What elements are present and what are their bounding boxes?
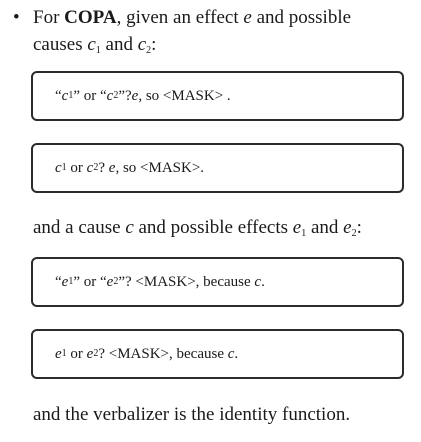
variable-c: c xyxy=(87,34,96,55)
causes-mid-line: and a cause c and possible effects e1 an… xyxy=(33,216,362,240)
intro-text: causes xyxy=(33,34,88,55)
body-text: and possible effects xyxy=(133,217,293,238)
template-box-1: “c 1” or “c 2”? e, so <MASK> . xyxy=(31,71,404,121)
variable-c: c xyxy=(55,160,62,176)
template-box-4: e1 or e 2? <MASK>, because c. xyxy=(31,329,404,379)
variable-e: e xyxy=(243,7,252,28)
template-text: ? <MASK>, because xyxy=(98,346,228,362)
template-text: , so <MASK> . xyxy=(138,88,231,104)
template-text: ? xyxy=(98,160,109,176)
closing-line: and the verbalizer is the identity funct… xyxy=(33,404,351,425)
intro-text: and xyxy=(100,34,138,55)
variable-c: c xyxy=(137,34,147,55)
template-text: “ xyxy=(55,88,62,104)
variable-e: e xyxy=(86,346,94,362)
template-text: ”? <MASK>, because xyxy=(118,274,255,290)
variable-c: c xyxy=(227,346,235,362)
variable-e: e xyxy=(292,217,302,238)
bullet-marker: • xyxy=(13,7,20,28)
variable-e: e xyxy=(106,274,114,290)
variable-e: e xyxy=(55,346,62,362)
variable-e: e xyxy=(61,274,69,290)
template-text: or xyxy=(66,346,87,362)
variable-c: c xyxy=(254,274,262,290)
template-text: ” or “ xyxy=(73,274,107,290)
body-text: and a cause xyxy=(33,217,126,238)
template-text: ” or “ xyxy=(73,88,107,104)
intro-line-2: causes c1 and c2: xyxy=(33,33,156,57)
template-text: , so <MASK>. xyxy=(115,160,205,176)
variable-c: c xyxy=(125,217,134,238)
intro-line-1: For COPA, given an effect e and possible xyxy=(33,6,351,30)
template-box-2: c1 or c 2? e, so <MASK>. xyxy=(31,143,404,193)
template-text: . xyxy=(234,346,239,362)
variable-c: c xyxy=(86,160,94,176)
template-text: . xyxy=(261,274,265,290)
template-text: ”? xyxy=(118,88,132,104)
variable-e: e xyxy=(131,88,139,104)
template-text: or xyxy=(66,160,87,176)
body-text: and xyxy=(306,217,344,238)
template-text: “ xyxy=(55,274,62,290)
variable-e: e xyxy=(343,217,352,238)
intro-text: and possible xyxy=(251,7,352,28)
body-text: : xyxy=(356,217,362,238)
intro-text: : xyxy=(151,34,157,55)
task-name: COPA xyxy=(64,7,117,28)
variable-c: c xyxy=(61,88,69,104)
intro-text: For xyxy=(33,7,65,28)
variable-c: c xyxy=(106,88,114,104)
variable-e: e xyxy=(108,160,116,176)
template-box-3: “e 1” or “e 2”? <MASK>, because c. xyxy=(31,257,404,307)
intro-text: , given an effect xyxy=(116,7,244,28)
